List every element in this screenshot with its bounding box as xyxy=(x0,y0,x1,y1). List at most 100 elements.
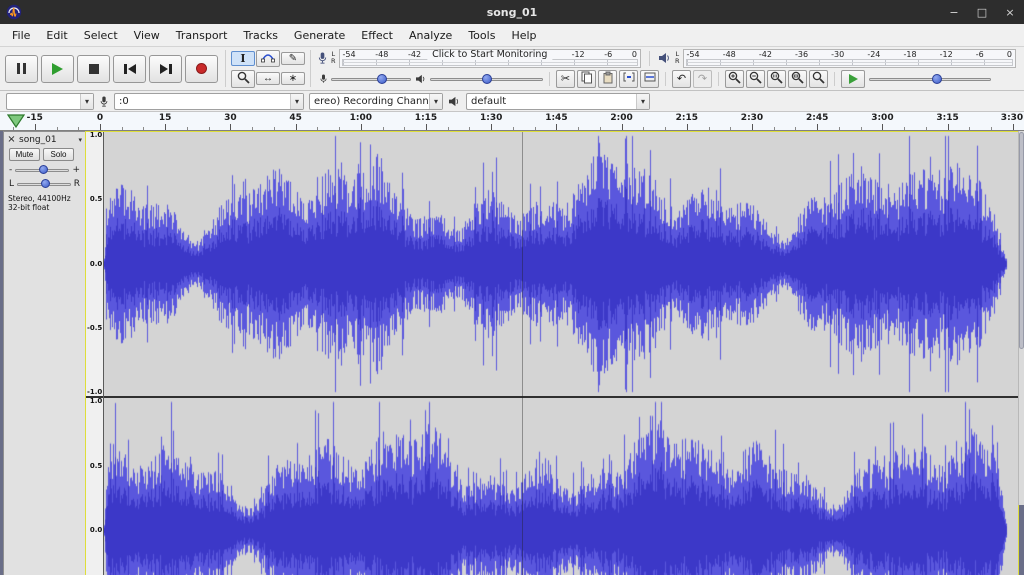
zoom-toggle-icon xyxy=(812,71,825,87)
recording-meter-display[interactable]: -54-48-42-36-30-24-18-12-60 Click to Sta… xyxy=(339,49,641,68)
zoom-tool-button[interactable] xyxy=(231,70,255,88)
mute-button[interactable]: Mute xyxy=(9,148,40,161)
menubar: FileEditSelectViewTransportTracksGenerat… xyxy=(0,24,1024,47)
paste-button[interactable] xyxy=(598,70,617,88)
maximize-button[interactable]: □ xyxy=(974,6,990,19)
skip-to-start-button[interactable] xyxy=(113,55,146,83)
recording-meter[interactable]: L R -54-48-42-36-30-24-18-12-60 Click to… xyxy=(315,49,643,68)
envelope-tool-icon xyxy=(261,51,275,66)
solo-button[interactable]: Solo xyxy=(43,148,74,161)
menu-item[interactable]: Generate xyxy=(286,26,353,45)
slider-thumb[interactable] xyxy=(932,74,942,84)
play-speed-slider[interactable] xyxy=(869,72,991,86)
timeshift-tool-button[interactable]: ↔ xyxy=(256,72,280,85)
gain-slider[interactable]: - + xyxy=(4,162,85,176)
recording-channels-value: ereo) Recording Channels xyxy=(310,96,429,107)
play-head-pin-icon[interactable] xyxy=(7,114,25,128)
slider-thumb[interactable] xyxy=(39,165,48,174)
scale-label: 0.0 xyxy=(90,261,102,268)
play-at-speed-button[interactable] xyxy=(841,70,865,88)
trim-audio-button[interactable] xyxy=(619,70,638,88)
slider-thumb[interactable] xyxy=(377,74,387,84)
start-monitoring-text[interactable]: Click to Start Monitoring xyxy=(427,50,552,60)
undo-button[interactable]: ↶ xyxy=(672,70,691,88)
playback-meter[interactable]: L R -54-48-42-36-30-24-18-12-60 xyxy=(656,49,1018,68)
waveform-left-channel[interactable] xyxy=(104,132,1018,396)
timeline-label: 2:15 xyxy=(676,113,698,123)
track-name[interactable]: song_01 xyxy=(19,135,75,145)
playback-volume-slider[interactable] xyxy=(415,72,543,86)
zoom-out-icon xyxy=(749,71,762,87)
vertical-scrollbar[interactable] xyxy=(1018,131,1024,505)
menu-item[interactable]: Edit xyxy=(38,26,75,45)
stop-button[interactable] xyxy=(77,55,110,83)
timeline-tick xyxy=(448,127,449,130)
record-button[interactable] xyxy=(185,55,218,83)
recording-channels-dropdown[interactable]: ereo) Recording Channels ▾ xyxy=(309,93,443,110)
minimize-button[interactable]: − xyxy=(946,6,962,19)
recording-volume-slider[interactable] xyxy=(315,72,411,86)
menu-item[interactable]: Analyze xyxy=(401,26,460,45)
redo-button[interactable]: ↷ xyxy=(693,70,712,88)
zoom-in-button[interactable] xyxy=(725,70,744,88)
zoom-selection-icon xyxy=(770,71,783,87)
vertical-scrollbar-thumb[interactable] xyxy=(1019,132,1024,349)
timeline-tick xyxy=(426,124,427,130)
timeline-tick xyxy=(361,124,362,130)
playback-device-dropdown[interactable]: default ▾ xyxy=(466,93,650,110)
menu-item[interactable]: View xyxy=(126,26,168,45)
zoom-fit-button[interactable] xyxy=(788,70,807,88)
slider-thumb[interactable] xyxy=(41,179,50,188)
timeline-tick xyxy=(35,124,36,130)
close-button[interactable]: × xyxy=(1002,6,1018,19)
copy-button[interactable] xyxy=(577,70,596,88)
playback-meter-scale: -54-48-42-36-30-24-18-12-60 xyxy=(684,50,1015,59)
timeline-tick xyxy=(122,127,123,130)
timeline-label: 2:45 xyxy=(806,113,828,123)
timeline-label: 2:00 xyxy=(610,113,632,123)
timeline-tick xyxy=(795,127,796,130)
slider-thumb[interactable] xyxy=(482,74,492,84)
menu-item[interactable]: Select xyxy=(76,26,126,45)
meter-scale-label: -18 xyxy=(903,50,916,59)
menu-item[interactable]: File xyxy=(4,26,38,45)
audio-host-dropdown[interactable]: ▾ xyxy=(6,93,94,110)
zoom-selection-button[interactable] xyxy=(767,70,786,88)
draw-tool-icon: ✎ xyxy=(289,53,297,64)
meter-and-mixer-area: L R -54-48-42-36-30-24-18-12-60 Click to… xyxy=(313,47,1024,90)
waveform-right-channel[interactable] xyxy=(104,398,1018,575)
track-menu-button[interactable]: ▾ xyxy=(78,136,82,144)
menu-item[interactable]: Tools xyxy=(460,26,503,45)
timeline-label: 45 xyxy=(289,113,302,123)
timeline-tick xyxy=(687,124,688,130)
cut-button[interactable]: ✂ xyxy=(556,70,575,88)
waveform-display[interactable] xyxy=(104,132,1018,575)
zoom-toggle-button[interactable] xyxy=(809,70,828,88)
timeline-ruler[interactable]: -1501530451:001:151:301:452:002:152:302:… xyxy=(0,112,1024,131)
envelope-tool-button[interactable] xyxy=(256,50,280,67)
play-button[interactable] xyxy=(41,55,74,83)
pause-button[interactable] xyxy=(5,55,38,83)
timeline-label: 0 xyxy=(97,113,103,123)
vertical-scale-ruler[interactable]: 1.00.50.0-0.5-1.0 1.00.50.0-0.5-1.0 xyxy=(86,132,104,575)
timeline-tick xyxy=(774,127,775,130)
tools-toolbar: I ✎ ↔ ∗ xyxy=(228,47,308,90)
menu-item[interactable]: Tracks xyxy=(235,26,286,45)
menu-item[interactable]: Help xyxy=(503,26,544,45)
silence-audio-button[interactable] xyxy=(640,70,659,88)
track-format-line1: Stereo, 44100Hz xyxy=(8,194,81,203)
pan-slider[interactable]: L R xyxy=(4,176,85,190)
skip-to-end-button[interactable] xyxy=(149,55,182,83)
menu-item[interactable]: Effect xyxy=(353,26,401,45)
playback-meter-display[interactable]: -54-48-42-36-30-24-18-12-60 xyxy=(683,49,1016,68)
track-close-button[interactable]: × xyxy=(7,134,16,145)
multi-tool-button[interactable]: ∗ xyxy=(281,72,305,85)
timeline-tick xyxy=(839,127,840,130)
selection-tool-button[interactable]: I xyxy=(231,51,255,66)
recording-device-dropdown[interactable]: :0 ▾ xyxy=(114,93,304,110)
draw-tool-button[interactable]: ✎ xyxy=(281,52,305,65)
zoom-out-button[interactable] xyxy=(746,70,765,88)
audacity-window: song_01 − □ × FileEditSelectViewTranspor… xyxy=(0,0,1024,575)
menu-item[interactable]: Transport xyxy=(168,26,236,45)
timeline-tick xyxy=(57,127,58,130)
